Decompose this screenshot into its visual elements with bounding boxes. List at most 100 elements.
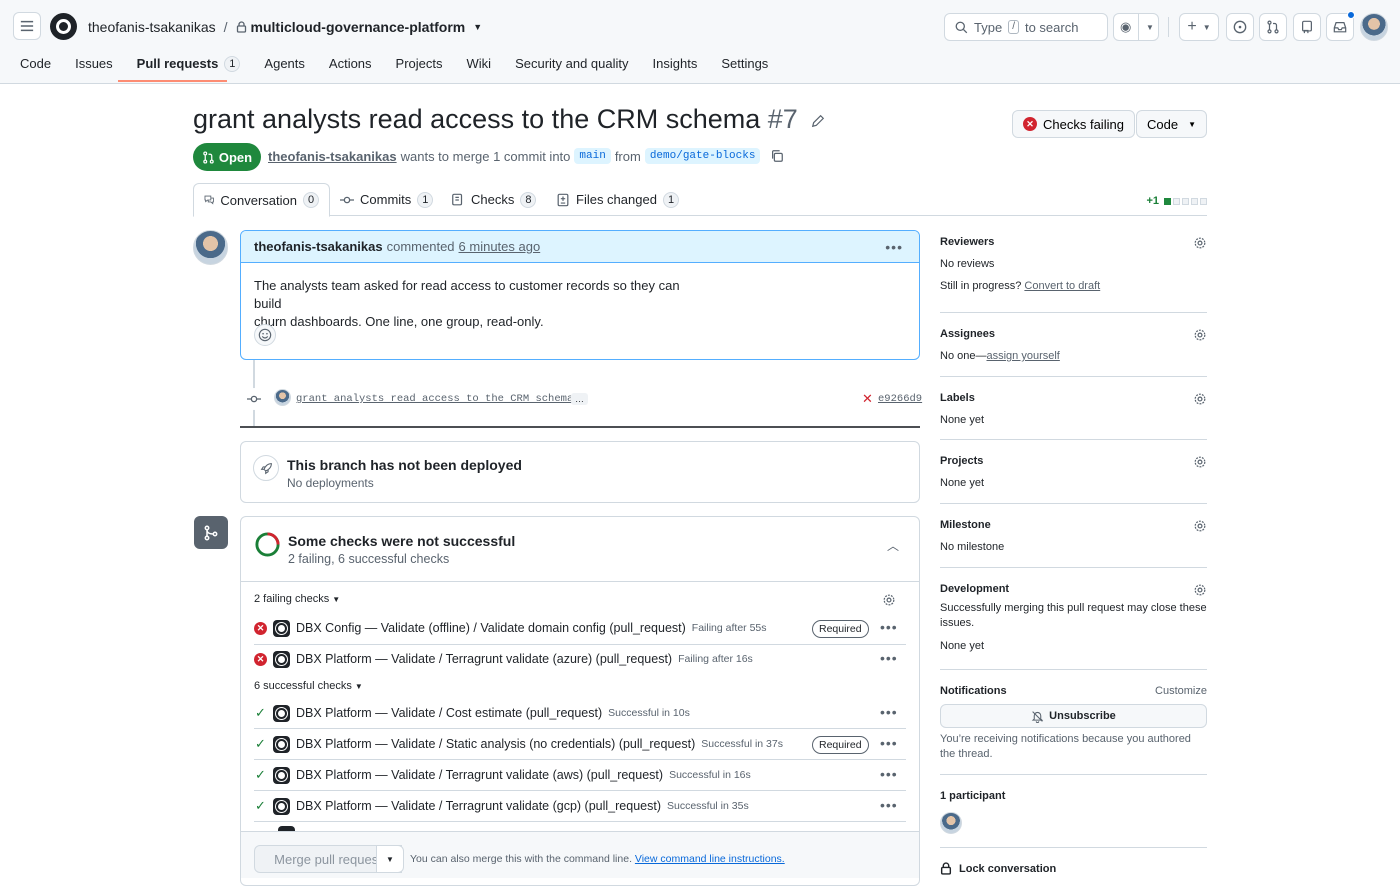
check-icon: ✓ [255, 705, 266, 720]
check-row-success-1[interactable]: ✓ DBX Platform — Validate / Cost estimat… [254, 698, 690, 728]
more-options-icon[interactable]: ••• [885, 239, 903, 255]
tab-agents[interactable]: Agents [252, 52, 316, 84]
menu-button[interactable] [13, 12, 41, 40]
head-branch[interactable]: demo/gate-blocks [644, 148, 761, 164]
check-row-failing-1[interactable]: ✕ DBX Config — Validate (offline) / Vali… [254, 613, 767, 643]
chevron-down-icon: ▼ [354, 681, 363, 691]
base-branch[interactable]: main [574, 148, 611, 164]
comment-box: theofanis-tsakanikas commented 6 minutes… [240, 230, 920, 360]
gear-icon[interactable] [1193, 236, 1207, 250]
gear-icon[interactable] [1193, 583, 1207, 597]
command-line-instructions-link[interactable]: View command line instructions. [635, 853, 785, 865]
commit-author-avatar[interactable] [274, 389, 291, 406]
check-row-failing-2[interactable]: ✕ DBX Platform — Validate / Terragrunt v… [254, 644, 753, 674]
code-button[interactable]: Code ▼ [1136, 110, 1207, 138]
chevron-up-icon[interactable]: ︿ [887, 537, 899, 554]
successful-checks-toggle[interactable]: 6 successful checks ▼ [254, 680, 363, 692]
tab-conversation[interactable]: Conversation 0 [193, 183, 330, 217]
repo-link[interactable]: multicloud-governance-platform [251, 19, 466, 35]
tab-issues[interactable]: Issues [63, 52, 125, 84]
check-row-success-2[interactable]: ✓ DBX Platform — Validate / Static analy… [254, 729, 783, 759]
failing-checks-toggle[interactable]: 2 failing checks ▼ [254, 593, 340, 605]
issues-button[interactable] [1226, 13, 1254, 41]
convert-to-draft-link[interactable]: Convert to draft [1024, 280, 1100, 292]
chevron-down-icon: ▼ [332, 594, 341, 604]
commit-sha-link[interactable]: e9266d9 [878, 393, 922, 405]
commit-timeline-badge [243, 388, 265, 410]
check-options-icon[interactable]: ••• [880, 766, 898, 782]
gear-icon[interactable] [1193, 455, 1207, 469]
tab-security[interactable]: Security and quality [503, 52, 640, 84]
copilot-button[interactable]: ◉ ▼ [1113, 13, 1159, 41]
author-link[interactable]: theofanis-tsakanikas [268, 149, 397, 164]
comment-time[interactable]: 6 minutes ago [459, 239, 541, 254]
tab-settings[interactable]: Settings [709, 52, 780, 84]
tab-wiki[interactable]: Wiki [455, 52, 504, 84]
check-duration: Successful in 35s [666, 800, 749, 812]
copilot-dropdown-icon: ▼ [1146, 22, 1154, 32]
github-actions-icon [273, 735, 290, 753]
check-name[interactable]: DBX Platform — Validate / Cost estimate … [296, 706, 602, 720]
create-new-button[interactable]: + ▼ [1179, 13, 1219, 41]
participant-avatar[interactable] [940, 812, 962, 834]
gear-icon[interactable] [1193, 392, 1207, 406]
check-row-success-3[interactable]: ✓ DBX Platform — Validate / Terragrunt v… [254, 760, 751, 790]
check-options-icon[interactable]: ••• [880, 735, 898, 751]
check-options-icon[interactable]: ••• [880, 619, 898, 635]
gear-icon[interactable] [882, 593, 896, 607]
tab-files-changed[interactable]: Files changed 1 [546, 183, 689, 216]
unsubscribe-label: Unsubscribe [1049, 710, 1116, 722]
pull-requests-button[interactable] [1259, 13, 1287, 41]
successful-checks-header: 6 successful checks [254, 680, 352, 692]
check-options-icon[interactable]: ••• [880, 650, 898, 666]
search-input[interactable]: Type / to search [944, 13, 1108, 41]
draft-prefix: Still in progress? [940, 280, 1022, 292]
rocket-icon [253, 455, 279, 481]
check-duration: Successful in 37s [701, 738, 783, 750]
tab-actions[interactable]: Actions [317, 52, 384, 84]
checks-summary-header[interactable]: Some checks were not successful 2 failin… [241, 517, 919, 582]
tab-commits[interactable]: Commits 1 [330, 183, 443, 216]
notifications-description: You’re receiving notifications because y… [940, 733, 1191, 760]
check-row-success-4[interactable]: ✓ DBX Platform — Validate / Terragrunt v… [254, 791, 749, 821]
check-duration: Failing after 16s [678, 653, 753, 665]
assign-yourself-link[interactable]: assign yourself [986, 350, 1059, 362]
deployment-title: This branch has not been deployed [287, 457, 522, 473]
lock-conversation-button[interactable]: Lock conversation [940, 862, 1056, 875]
add-reaction-button[interactable] [254, 324, 276, 346]
owner-link[interactable]: theofanis-tsakanikas [88, 19, 216, 35]
search-icon [955, 21, 968, 33]
check-options-icon[interactable]: ••• [880, 704, 898, 720]
repositories-button[interactable] [1293, 13, 1321, 41]
gear-icon[interactable] [1193, 328, 1207, 342]
commit-expand-button[interactable]: … [571, 393, 588, 405]
tab-code[interactable]: Code [0, 52, 63, 84]
pr-meta: theofanis-tsakanikas wants to merge 1 co… [268, 148, 784, 164]
customize-link[interactable]: Customize [1155, 685, 1207, 697]
pencil-icon[interactable] [811, 114, 825, 128]
tab-projects[interactable]: Projects [384, 52, 455, 84]
inbox-button[interactable] [1326, 11, 1355, 41]
check-name[interactable]: DBX Config — Validate (offline) / Valida… [296, 621, 686, 635]
tab-insights[interactable]: Insights [641, 52, 710, 84]
check-name[interactable]: DBX Platform — Validate / Terragrunt val… [296, 768, 663, 782]
comment-author-avatar[interactable] [193, 230, 228, 265]
checks-failing-button[interactable]: ✕ Checks failing [1012, 110, 1135, 138]
copy-icon[interactable] [770, 149, 784, 163]
commit-message-link[interactable]: grant analysts read access to the CRM sc… [296, 393, 573, 405]
repo-dropdown-icon[interactable]: ▼ [473, 22, 482, 32]
unsubscribe-button[interactable]: Unsubscribe [940, 704, 1207, 728]
tab-checks[interactable]: Checks 8 [441, 183, 546, 216]
checks-counter: 8 [520, 191, 537, 208]
check-name[interactable]: DBX Platform — Validate / Static analysi… [296, 737, 695, 751]
merge-options-dropdown[interactable]: ▼ [376, 845, 404, 873]
check-name[interactable]: DBX Platform — Validate / Terragrunt val… [296, 652, 672, 666]
projects-label: Projects [940, 455, 984, 467]
check-name[interactable]: DBX Platform — Validate / Terragrunt val… [296, 799, 661, 813]
check-options-icon[interactable]: ••• [880, 797, 898, 813]
comment-author[interactable]: theofanis-tsakanikas [254, 239, 383, 254]
gear-icon[interactable] [1193, 519, 1207, 533]
x-icon[interactable]: ✕ [862, 391, 873, 407]
user-avatar[interactable] [1360, 13, 1388, 41]
github-logo-icon[interactable] [50, 13, 77, 40]
